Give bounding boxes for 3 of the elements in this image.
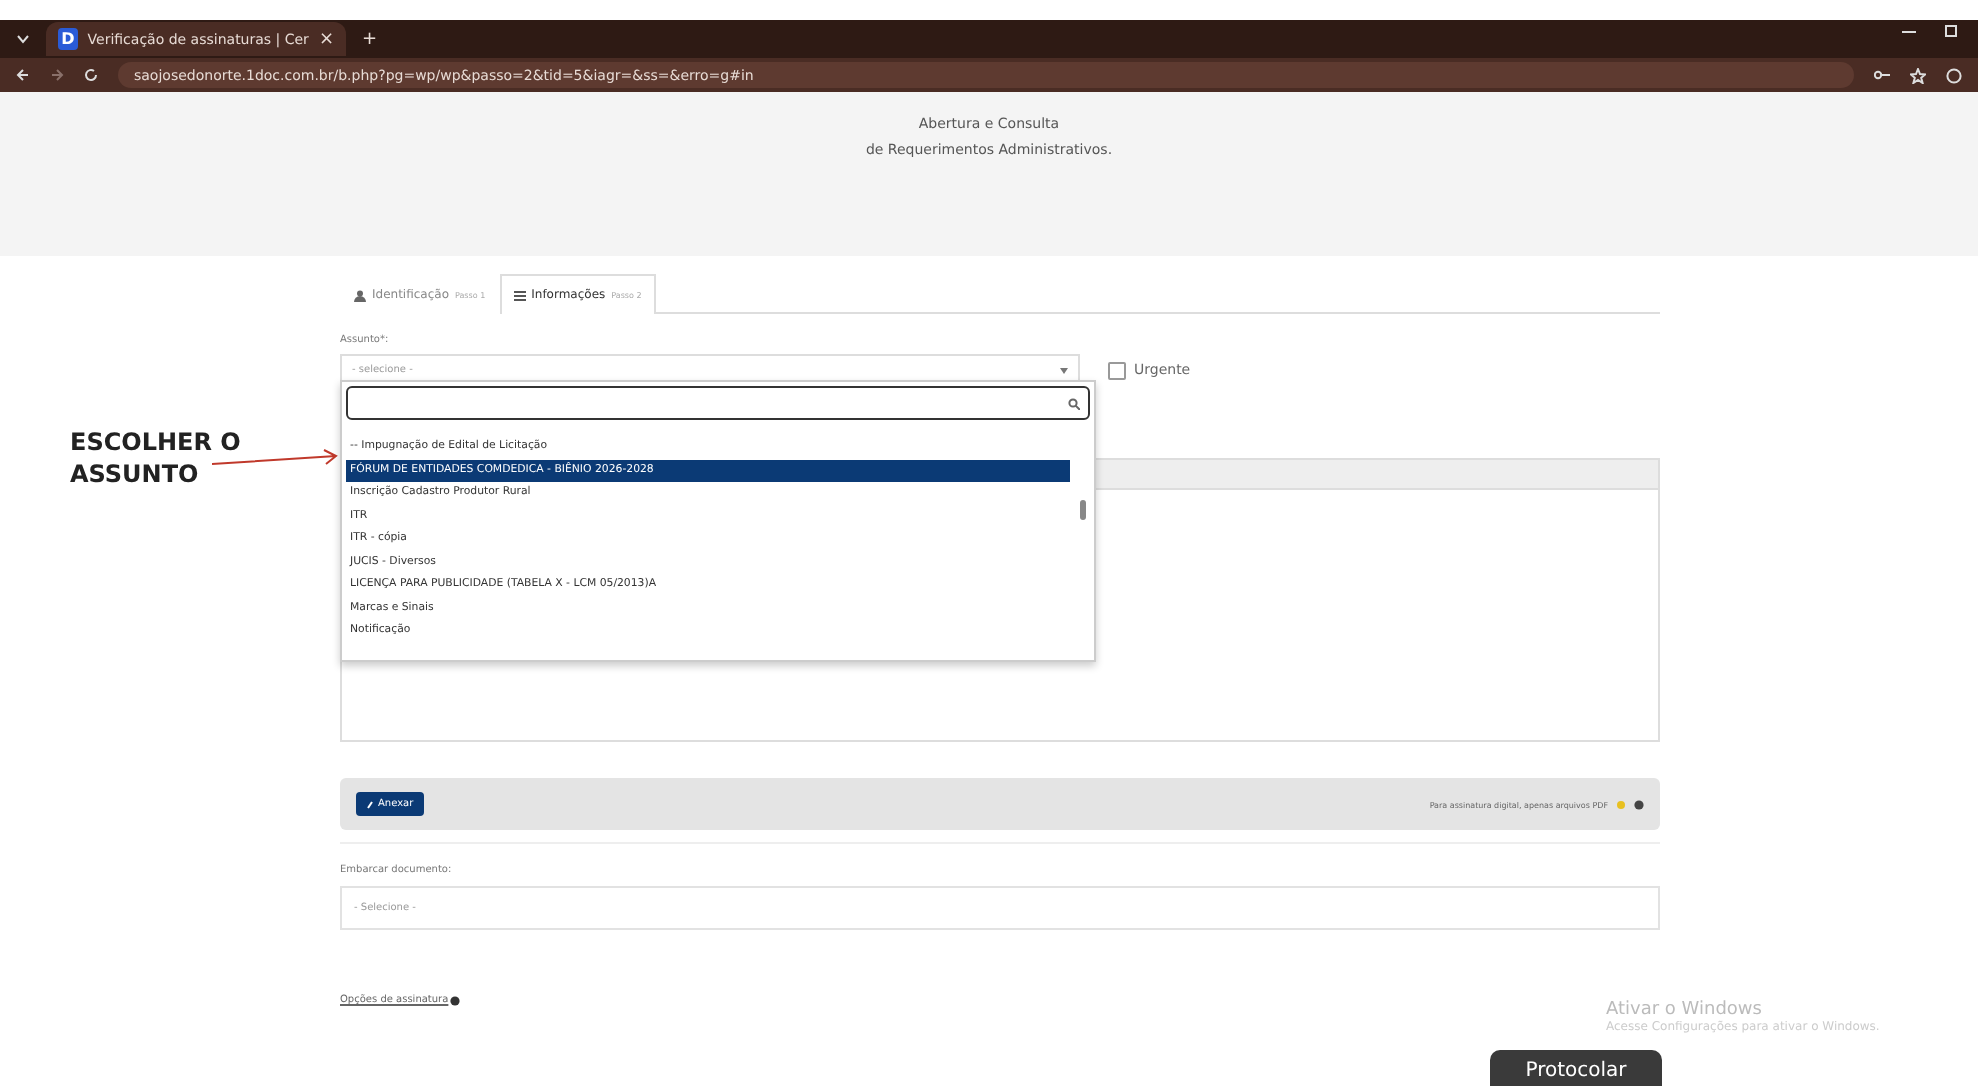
site-favicon: D bbox=[58, 28, 78, 50]
activation-title: Ativar o Windows bbox=[1606, 1000, 1764, 1020]
annotation-text: ESCOLHER O ASSUNTO bbox=[70, 426, 243, 490]
